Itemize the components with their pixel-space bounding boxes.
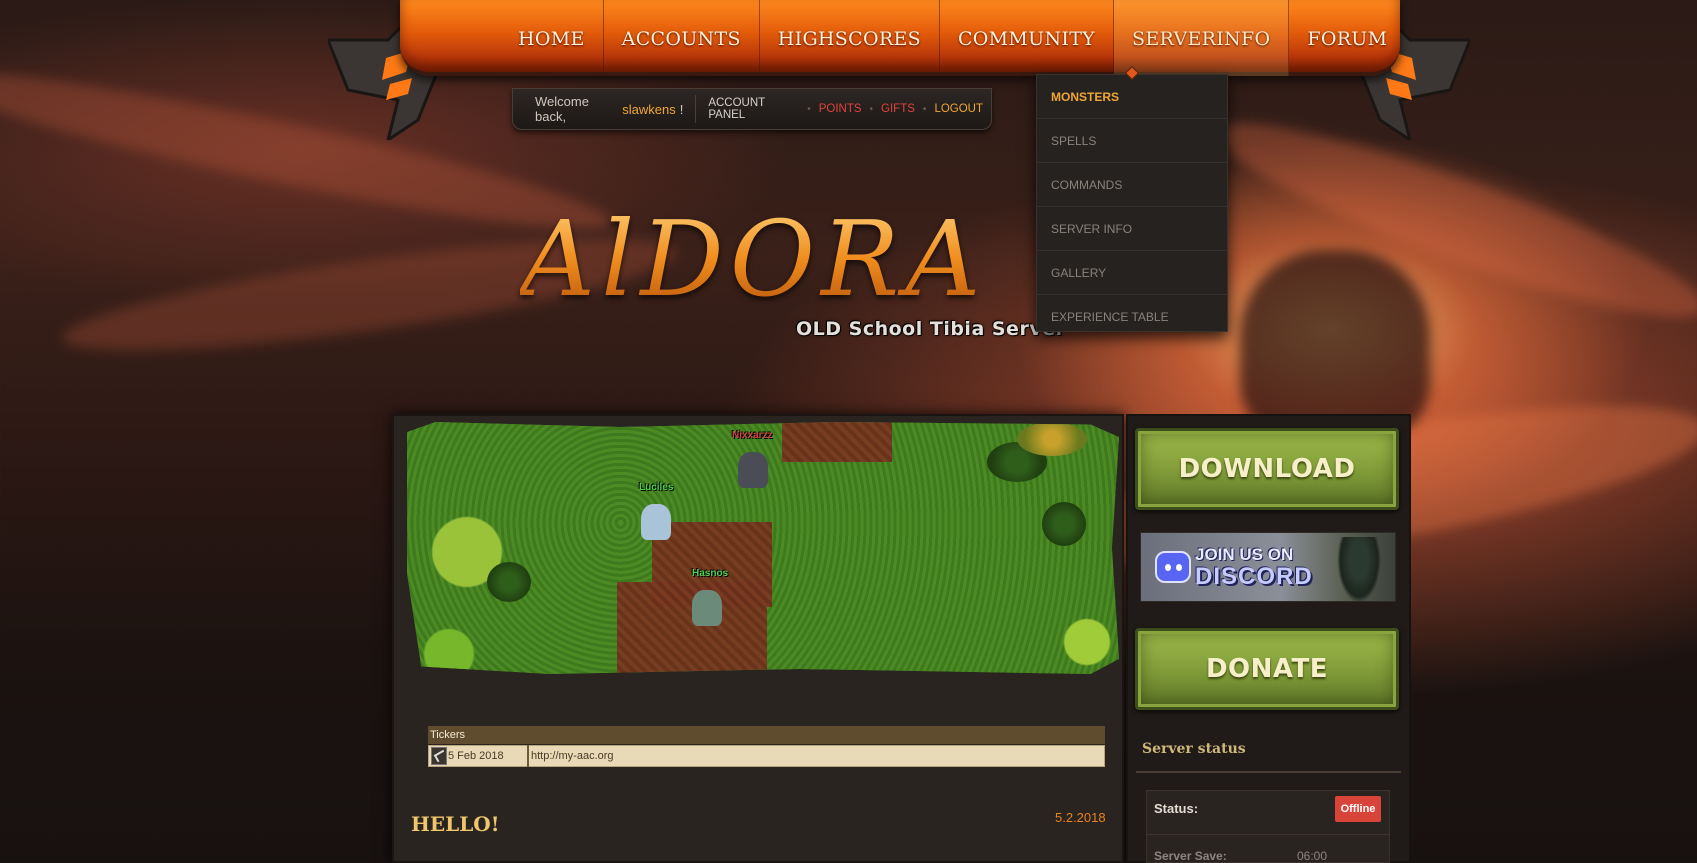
ticker-text: http://my-aac.org bbox=[531, 750, 614, 762]
dirt-path bbox=[782, 422, 892, 462]
dropdown-item-gallery[interactable]: GALLERY bbox=[1037, 251, 1227, 295]
separator-dot: • bbox=[922, 103, 927, 115]
separator-dot: • bbox=[869, 103, 874, 115]
character-sprite bbox=[641, 504, 671, 540]
nav-community[interactable]: COMMUNITY bbox=[940, 0, 1115, 76]
user-bar: Welcome back, slawkens ! ACCOUNT PANEL •… bbox=[512, 88, 992, 130]
site-logo-subtitle: OLD School Tibia Server bbox=[796, 318, 1066, 340]
divider bbox=[695, 95, 697, 123]
ticker-expand-icon[interactable] bbox=[431, 747, 447, 765]
nav-forum[interactable]: FORUM bbox=[1289, 0, 1405, 76]
logout-link[interactable]: LOGOUT bbox=[934, 103, 983, 115]
site-logo[interactable]: AlDORA bbox=[520, 198, 986, 320]
dropdown-item-experience-table[interactable]: EXPERIENCE TABLE bbox=[1037, 295, 1227, 339]
separator-dot: • bbox=[807, 103, 811, 115]
news-title: HELLO! bbox=[411, 812, 500, 836]
news-date: 5.2.2018 bbox=[1055, 810, 1106, 825]
points-link[interactable]: POINTS bbox=[819, 103, 862, 115]
download-button[interactable]: DOWNLOAD bbox=[1135, 428, 1399, 510]
knight-silhouette bbox=[1240, 250, 1430, 440]
discord-line2: DISCORD bbox=[1195, 563, 1313, 590]
discord-banner-figure bbox=[1337, 537, 1381, 601]
dirt-path bbox=[617, 582, 767, 674]
dropdown-item-server-info[interactable]: SERVER INFO bbox=[1037, 207, 1227, 251]
main-menu: HOME ACCOUNTS HIGHSCORES COMMUNITY SERVE… bbox=[500, 0, 1405, 76]
character-name: Nixxarzz bbox=[732, 430, 773, 441]
nav-accounts[interactable]: ACCOUNTS bbox=[604, 0, 760, 76]
welcome-suffix: ! bbox=[679, 101, 684, 117]
discord-banner[interactable]: JOIN US ON DISCORD bbox=[1140, 532, 1396, 602]
game-screenshot-banner: Nixxarzz Luciles Hasnos bbox=[407, 422, 1119, 674]
tickers-header: Tickers bbox=[428, 726, 1105, 744]
bush bbox=[1042, 502, 1086, 546]
divider bbox=[1146, 834, 1390, 835]
discord-icon bbox=[1155, 551, 1191, 583]
server-status-title: Server status bbox=[1142, 741, 1246, 757]
ticker-date: 5 Feb 2018 bbox=[447, 745, 529, 767]
character-name: Luciles bbox=[639, 482, 674, 493]
discord-line1: JOIN US ON bbox=[1195, 545, 1294, 564]
donate-button[interactable]: DONATE bbox=[1135, 628, 1399, 710]
welcome-text: Welcome back, bbox=[535, 94, 589, 124]
nav-home[interactable]: HOME bbox=[500, 0, 604, 76]
bush bbox=[1017, 422, 1087, 456]
character-name: Hasnos bbox=[692, 568, 729, 579]
divider bbox=[1136, 771, 1401, 773]
server-save-value: 06:00 bbox=[1297, 849, 1328, 863]
bush bbox=[487, 562, 531, 602]
dropdown-item-commands[interactable]: COMMANDS bbox=[1037, 163, 1227, 207]
nav-highscores[interactable]: HIGHSCORES bbox=[760, 0, 940, 76]
nav-serverinfo[interactable]: SERVERINFO bbox=[1114, 0, 1290, 76]
ticker-row: 5 Feb 2018 http://my-aac.org bbox=[428, 745, 1105, 767]
account-panel-link[interactable]: ACCOUNT PANEL bbox=[708, 97, 799, 121]
username[interactable]: slawkens bbox=[622, 102, 675, 117]
serverinfo-dropdown-menu: MONSTERS SPELLS COMMANDS SERVER INFO GAL… bbox=[1036, 74, 1228, 332]
gifts-link[interactable]: GIFTS bbox=[881, 103, 915, 115]
status-badge: Offline bbox=[1335, 796, 1381, 822]
server-save-label: Server Save: bbox=[1154, 849, 1227, 863]
dropdown-item-monsters[interactable]: MONSTERS bbox=[1037, 75, 1227, 119]
character-sprite bbox=[738, 452, 768, 488]
status-label: Status: bbox=[1154, 801, 1199, 816]
character-sprite bbox=[692, 590, 722, 626]
dropdown-item-spells[interactable]: SPELLS bbox=[1037, 119, 1227, 163]
